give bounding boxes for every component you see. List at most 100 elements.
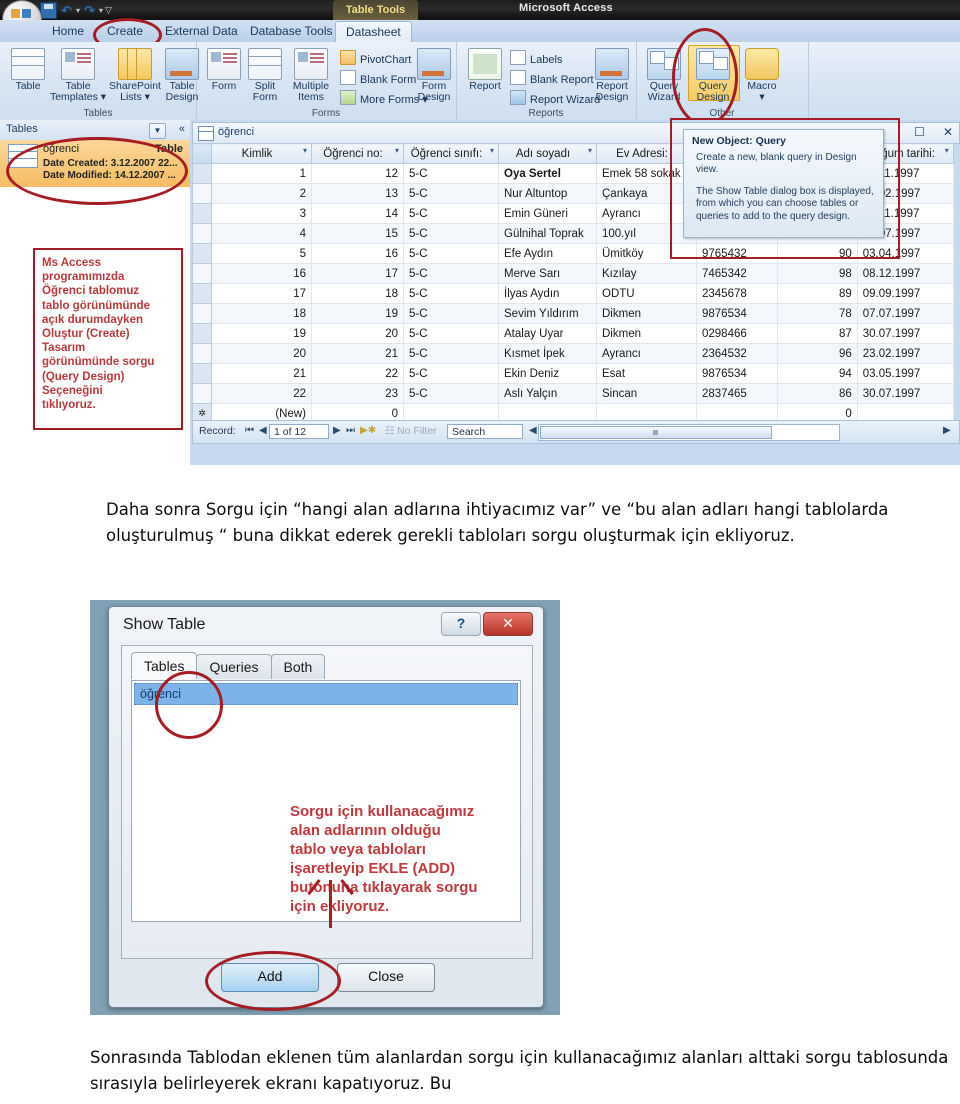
tab-database-tools[interactable]: Database Tools xyxy=(240,21,343,42)
table-cell[interactable]: Dikmen xyxy=(596,323,697,344)
table-cell[interactable]: 18 xyxy=(311,283,404,304)
table-row[interactable]: 21 22 5-C Ekin Deniz Esat 9876534 94 03.05.1997 xyxy=(192,363,954,384)
table-cell[interactable]: Sincan xyxy=(596,383,697,404)
table-cell[interactable]: 94 xyxy=(776,363,858,384)
redo-dropdown-icon[interactable]: ▾ xyxy=(99,3,103,18)
table-cell[interactable]: 21 xyxy=(311,343,404,364)
filter-status-label[interactable]: No Filter xyxy=(397,425,437,437)
table-cell[interactable]: 20 xyxy=(211,343,312,364)
table-cell[interactable]: 16 xyxy=(211,263,312,284)
table-cell[interactable]: Kısmet İpek xyxy=(498,343,597,364)
tab-both[interactable]: Both xyxy=(270,654,326,679)
table-cell[interactable]: 17 xyxy=(211,283,312,304)
table-cell[interactable]: 17 xyxy=(311,263,404,284)
table-cell[interactable]: 18 xyxy=(211,303,312,324)
table-cell[interactable]: 5-C xyxy=(403,283,499,304)
table-cell[interactable]: 2364532 xyxy=(696,343,778,364)
document-window-buttons[interactable]: ☐ ✕ xyxy=(914,125,953,139)
table-cell[interactable]: 13 xyxy=(311,183,404,204)
row-selector[interactable] xyxy=(192,323,212,344)
horizontal-scrollbar[interactable] xyxy=(538,424,840,441)
contextual-tab-table-tools[interactable]: Table Tools xyxy=(333,0,418,20)
row-selector[interactable] xyxy=(192,303,212,324)
table-cell[interactable]: 30.07.1997 xyxy=(856,323,954,344)
ribbon-button-form-design[interactable]: Form Design xyxy=(412,48,456,103)
table-cell[interactable]: 23.02.1997 xyxy=(856,343,954,364)
table-cell[interactable]: 2345678 xyxy=(696,283,778,304)
row-selector[interactable] xyxy=(192,183,212,204)
table-cell[interactable]: 5-C xyxy=(403,363,499,384)
dialog-tab-strip[interactable]: Tables Queries Both xyxy=(131,652,326,679)
table-cell[interactable]: Dikmen xyxy=(596,303,697,324)
table-cell[interactable]: 9876534 xyxy=(696,363,778,384)
table-cell[interactable]: 3 xyxy=(211,203,312,224)
new-record-icon[interactable]: ▶✱ xyxy=(360,425,376,436)
record-number-input[interactable]: 1 of 12 xyxy=(269,424,329,439)
table-cell[interactable]: Oya Sertel xyxy=(498,163,597,184)
close-icon[interactable]: ✕ xyxy=(943,125,953,139)
column-header-ogrenci-no[interactable]: Öğrenci no: xyxy=(311,143,404,164)
table-cell[interactable]: 5-C xyxy=(403,323,499,344)
table-cell[interactable]: 5-C xyxy=(403,243,499,264)
scroll-right-icon[interactable]: ▶ xyxy=(943,425,951,436)
ribbon-button-split-form[interactable]: Split Form xyxy=(244,48,286,103)
restore-icon[interactable]: ☐ xyxy=(914,125,925,139)
table-cell[interactable]: 20 xyxy=(311,323,404,344)
close-icon[interactable]: ✕ xyxy=(483,612,533,636)
table-cell[interactable]: 78 xyxy=(776,303,858,324)
ribbon-button-multiple-items[interactable]: Multiple Items xyxy=(284,48,338,103)
table-cell[interactable]: 08.12.1997 xyxy=(856,263,954,284)
scrollbar-thumb[interactable] xyxy=(540,426,772,439)
table-cell[interactable]: Merve Sarı xyxy=(498,263,597,284)
table-cell[interactable]: 5-C xyxy=(403,343,499,364)
ribbon-button-blank-report[interactable]: Blank Report xyxy=(510,70,594,87)
table-cell[interactable]: Nur Altuntop xyxy=(498,183,597,204)
table-cell[interactable]: 1 xyxy=(211,163,312,184)
navigation-pane-dropdown-icon[interactable]: ▼ xyxy=(149,123,166,139)
save-icon[interactable] xyxy=(40,1,57,19)
scroll-left-icon[interactable]: ◀ xyxy=(529,425,537,436)
table-cell[interactable]: 09.09.1997 xyxy=(856,283,954,304)
table-cell[interactable]: 2837465 xyxy=(696,383,778,404)
row-selector[interactable] xyxy=(192,383,212,404)
row-selector[interactable] xyxy=(192,263,212,284)
table-cell[interactable]: 07.07.1997 xyxy=(856,303,954,324)
table-cell[interactable]: İlyas Aydın xyxy=(498,283,597,304)
ribbon-button-sharepoint-lists[interactable]: SharePoint Lists ▾ xyxy=(104,48,166,103)
table-row[interactable]: 22 23 5-C Aslı Yalçın Sincan 2837465 86 30.07.1… xyxy=(192,383,954,404)
table-cell[interactable]: 5-C xyxy=(403,203,499,224)
table-cell[interactable]: Kızılay xyxy=(596,263,697,284)
table-cell[interactable]: 5-C xyxy=(403,223,499,244)
table-cell[interactable]: 4 xyxy=(211,223,312,244)
row-selector[interactable] xyxy=(192,343,212,364)
table-cell[interactable]: 16 xyxy=(311,243,404,264)
navigation-pane-collapse-icon[interactable]: « xyxy=(179,123,185,135)
help-button[interactable]: ? xyxy=(441,612,481,636)
select-all-corner[interactable] xyxy=(192,143,212,164)
table-cell[interactable]: 87 xyxy=(776,323,858,344)
table-cell[interactable]: 21 xyxy=(211,363,312,384)
ribbon-button-macro[interactable]: Macro ▾ xyxy=(740,48,784,103)
column-header-adi-soyadi[interactable]: Adı soyadı xyxy=(498,143,597,164)
table-cell[interactable]: 7465342 xyxy=(696,263,778,284)
table-cell[interactable]: 96 xyxy=(776,343,858,364)
table-cell[interactable]: 5-C xyxy=(403,383,499,404)
table-cell[interactable]: 5 xyxy=(211,243,312,264)
table-cell[interactable]: Emin Güneri xyxy=(498,203,597,224)
tab-external-data[interactable]: External Data xyxy=(155,21,248,42)
ribbon-button-labels[interactable]: Labels xyxy=(510,50,562,67)
table-cell[interactable]: Sevim Yıldırım xyxy=(498,303,597,324)
customize-quick-access-icon[interactable]: ▽ xyxy=(105,5,112,16)
close-button[interactable]: Close xyxy=(337,963,435,992)
table-cell[interactable]: 14 xyxy=(311,203,404,224)
row-selector[interactable] xyxy=(192,163,212,184)
tab-queries[interactable]: Queries xyxy=(196,654,272,679)
ribbon-button-table-templates[interactable]: Table Templates ▾ xyxy=(48,48,108,103)
row-selector[interactable] xyxy=(192,243,212,264)
table-cell[interactable]: 5-C xyxy=(403,163,499,184)
table-cell[interactable]: 0298466 xyxy=(696,323,778,344)
table-cell[interactable]: 98 xyxy=(776,263,858,284)
table-cell[interactable]: 22 xyxy=(211,383,312,404)
undo-dropdown-icon[interactable]: ▾ xyxy=(76,3,80,18)
tab-datasheet[interactable]: Datasheet xyxy=(335,21,412,43)
